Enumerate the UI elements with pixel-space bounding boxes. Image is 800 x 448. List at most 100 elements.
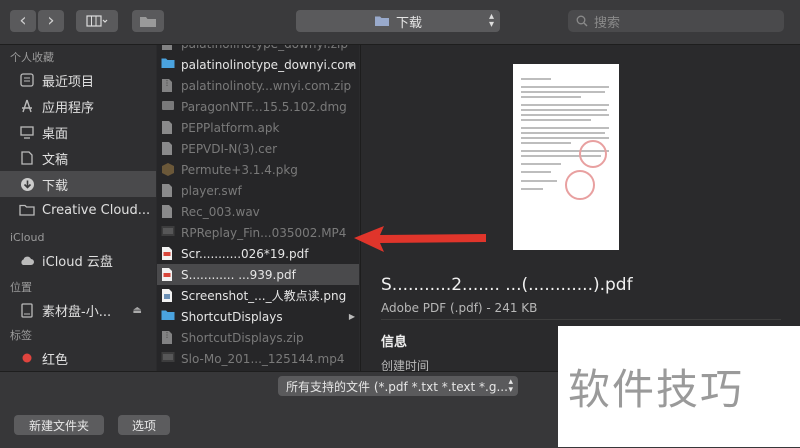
- view-mode-button[interactable]: [76, 10, 118, 32]
- file-name: PEPVDI-N(3).cer: [181, 141, 278, 156]
- file-name: palatinolinotype_downyi.com: [181, 57, 357, 72]
- file-name: S............ ...939.pdf: [181, 267, 296, 282]
- folder-icon: [161, 309, 175, 325]
- location-popup[interactable]: 下载 ▴ ▾: [296, 10, 500, 32]
- list-item: PEPVDI-N(3).cer: [157, 138, 359, 159]
- sidebar-item-tag-red[interactable]: 红色: [0, 345, 156, 371]
- sidebar-item-label: 红色: [42, 352, 69, 368]
- file-name: ShortcutDisplays.zip: [181, 330, 304, 345]
- file-list-column: palatinolinotype_downyi.zip palatinolinot…: [157, 45, 359, 371]
- pkg-file-icon: [161, 162, 175, 178]
- red-tag-icon: [18, 349, 36, 367]
- icloud-header: iCloud: [10, 231, 45, 244]
- list-item[interactable]: ShortcutDisplays ▶: [157, 306, 359, 327]
- list-item: RPReplay_Fin...035002.MP4: [157, 222, 359, 243]
- info-heading: 信息: [381, 335, 408, 350]
- video-file-icon: [161, 225, 175, 241]
- file-file-icon: [161, 141, 175, 157]
- sidebar-item-documents[interactable]: 文稿: [0, 145, 156, 171]
- tags-header: 标签: [10, 329, 32, 342]
- dmg-file-icon: [161, 99, 175, 115]
- file-name: player.swf: [181, 183, 242, 198]
- divider: [381, 319, 781, 320]
- png-file-icon: [161, 288, 175, 304]
- file-name: Slo-Mo_201..._125144.mp4: [181, 351, 345, 366]
- file-name: ShortcutDisplays: [181, 309, 283, 324]
- list-item[interactable]: palatinolinotype_downyi.com ▶: [157, 54, 359, 75]
- file-name: ParagonNTF...15.5.102.dmg: [181, 99, 347, 114]
- downloads-folder-icon: [374, 16, 389, 26]
- sidebar-item-label: 应用程序: [42, 100, 95, 116]
- disclosure-arrow-icon: ▶: [348, 60, 355, 69]
- file-file-icon: [161, 183, 175, 199]
- list-item: player.swf: [157, 180, 359, 201]
- file-name: RPReplay_Fin...035002.MP4: [181, 225, 347, 240]
- list-item: palatinolinotype_downyi.zip: [157, 45, 359, 54]
- sidebar-item-applications[interactable]: 应用程序: [0, 93, 156, 119]
- folder-icon: [18, 201, 36, 219]
- folder-icon: [140, 16, 156, 27]
- sidebar-item-label: 下载: [42, 178, 69, 194]
- sidebar: 个人收藏 最近项目 应用程序 桌面 文稿 下载 Creative Cloud..…: [0, 45, 156, 371]
- sidebar-item-downloads[interactable]: 下载: [0, 171, 156, 197]
- sidebar-item-creative-cloud[interactable]: Creative Cloud...: [0, 197, 156, 223]
- list-item: ShortcutDisplays.zip: [157, 327, 359, 348]
- red-arrow-annotation: [354, 226, 486, 252]
- sidebar-item-desktop[interactable]: 桌面: [0, 119, 156, 145]
- folder-icon: [161, 57, 175, 73]
- location-label: 下载: [395, 15, 422, 31]
- file-type-filter-label: 所有支持的文件 (*.pdf *.txt *.text *.g...: [286, 379, 508, 394]
- sidebar-item-label: iCloud 云盘: [42, 254, 113, 270]
- video-file-icon: [161, 351, 175, 367]
- options-button[interactable]: 选项: [118, 415, 170, 435]
- disk-icon: [18, 301, 36, 319]
- list-item[interactable]: Screenshot_..._人教点读.png: [157, 285, 359, 306]
- toolbar: ‹ › 下载 ▴ ▾ 搜索: [0, 0, 800, 45]
- file-name: Permute+3.1.4.pkg: [181, 162, 298, 177]
- sidebar-item-label: 最近项目: [42, 74, 95, 90]
- pdf-thumbnail: [513, 64, 619, 250]
- preview-pane: S...........2....... ...(............).p…: [360, 45, 800, 371]
- desktop-icon: [18, 123, 36, 141]
- list-item: ParagonNTF...15.5.102.dmg: [157, 96, 359, 117]
- download-icon: [18, 175, 36, 193]
- new-folder-button[interactable]: 新建文件夹: [14, 415, 104, 435]
- back-button[interactable]: ‹: [10, 10, 36, 32]
- columns-view-icon: [86, 15, 108, 27]
- file-list: palatinolinotype_downyi.zip palatinolinot…: [157, 45, 359, 371]
- eject-icon[interactable]: ⏏: [133, 305, 142, 316]
- list-item: Slo-Mo_201..._125144.mp4: [157, 348, 359, 369]
- forward-button[interactable]: ›: [38, 10, 64, 32]
- file-type-filter[interactable]: 所有支持的文件 (*.pdf *.txt *.text *.g... ▴ ▾: [278, 376, 518, 396]
- zip-file-icon: [161, 330, 175, 346]
- file-name: Rec_003.wav: [181, 204, 260, 219]
- list-item[interactable]: Scr...........026*19.pdf: [157, 243, 359, 264]
- favorites-header: 个人收藏: [10, 51, 54, 64]
- disclosure-arrow-icon: ▶: [348, 312, 355, 321]
- list-item: Rec_003.wav: [157, 201, 359, 222]
- group-button[interactable]: [132, 10, 164, 32]
- file-name: palatinolinotype_downyi.zip: [181, 45, 348, 51]
- search-icon: [576, 15, 588, 27]
- list-item: PEPPlatform.apk: [157, 117, 359, 138]
- search-placeholder: 搜索: [594, 15, 621, 31]
- locations-header: 位置: [10, 281, 32, 294]
- cloud-icon: [18, 251, 36, 269]
- search-field[interactable]: 搜索: [568, 10, 784, 32]
- back-icon: ‹: [19, 10, 27, 31]
- sidebar-item-disk[interactable]: 素材盘-小... ⏏: [0, 297, 156, 323]
- document-icon: [18, 149, 36, 167]
- sidebar-item-icloud-drive[interactable]: iCloud 云盘: [0, 247, 156, 273]
- file-name: Screenshot_..._人教点读.png: [181, 289, 347, 303]
- sidebar-item-label: Creative Cloud...: [42, 202, 151, 218]
- watermark-text: 软件技巧: [568, 365, 745, 414]
- created-label: 创建时间: [381, 359, 430, 371]
- zip-file-icon: [161, 78, 175, 94]
- preview-file-name: S...........2....... ...(............).p…: [381, 275, 633, 295]
- list-item: palatinolinoty...wnyi.com.zip: [157, 75, 359, 96]
- applications-icon: [18, 97, 36, 115]
- list-item[interactable]: S............ ...939.pdf: [157, 264, 359, 285]
- chevron-up-down-icon: ▴ ▾: [488, 11, 494, 30]
- file-name: PEPPlatform.apk: [181, 120, 280, 135]
- sidebar-item-recents[interactable]: 最近项目: [0, 67, 156, 93]
